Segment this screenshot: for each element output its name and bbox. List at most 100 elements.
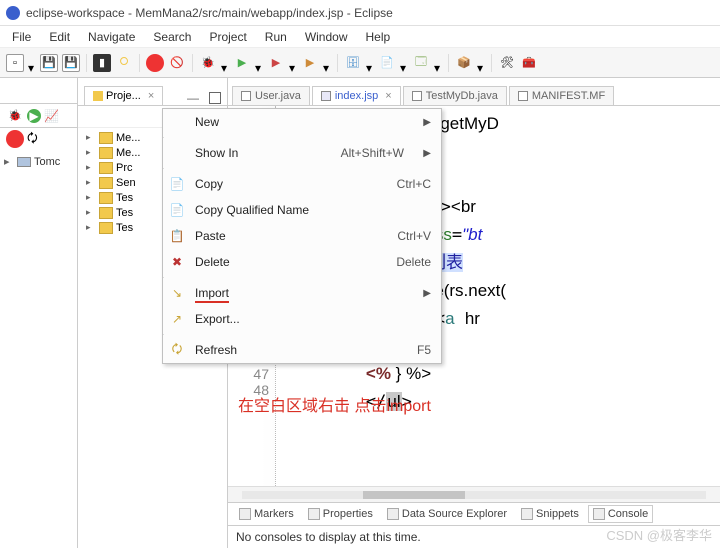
new-icon[interactable]: ▫ bbox=[6, 54, 24, 72]
save-icon[interactable]: 💾 bbox=[40, 54, 58, 72]
tab-dse[interactable]: Data Source Explorer bbox=[382, 505, 512, 523]
ctx-export[interactable]: ↗Export... bbox=[163, 306, 441, 332]
twist-icon[interactable]: ▸ bbox=[86, 207, 96, 218]
server-icon bbox=[17, 157, 31, 167]
ctx-sep bbox=[163, 137, 164, 138]
code-text: <br bbox=[451, 197, 476, 216]
dropdown-icon[interactable]: ▾ bbox=[366, 61, 374, 65]
menu-search[interactable]: Search bbox=[145, 28, 199, 46]
twist-icon[interactable]: ▸ bbox=[86, 177, 96, 188]
tab-console[interactable]: Console bbox=[588, 505, 653, 523]
dropdown-icon[interactable]: ▾ bbox=[323, 61, 331, 65]
twist-icon[interactable]: ▸ bbox=[86, 162, 96, 173]
import-icon: ↘ bbox=[167, 286, 187, 300]
debug-icon[interactable]: 🐞 bbox=[6, 107, 24, 125]
ctx-copy-qualified[interactable]: 📄Copy Qualified Name bbox=[163, 197, 441, 223]
twist-icon[interactable]: ▸ bbox=[86, 192, 96, 203]
menu-window[interactable]: Window bbox=[297, 28, 356, 46]
tab-label: User.java bbox=[255, 90, 301, 102]
terminal-icon[interactable]: ▮ bbox=[93, 54, 111, 72]
twist-icon[interactable]: ▸ bbox=[86, 222, 96, 233]
new-servlet-icon[interactable]: 🗔 bbox=[412, 54, 430, 72]
console-msg: No consoles to display at this time. bbox=[236, 530, 421, 544]
code-tag: a bbox=[445, 309, 454, 328]
close-icon[interactable]: × bbox=[148, 90, 154, 102]
profile-icon[interactable]: 📈 bbox=[44, 109, 59, 123]
minimize-icon[interactable]: — bbox=[187, 91, 199, 105]
save-all-icon[interactable]: 💾 bbox=[62, 54, 80, 72]
menu-project[interactable]: Project bbox=[201, 28, 254, 46]
ctx-sep bbox=[163, 168, 164, 169]
close-icon[interactable]: × bbox=[385, 90, 391, 102]
titlebar: eclipse-workspace - MemMana2/src/main/we… bbox=[0, 0, 720, 26]
scroll-track[interactable] bbox=[242, 491, 706, 499]
line-no: 47 bbox=[228, 366, 269, 382]
stop-icon[interactable] bbox=[6, 130, 24, 148]
dropdown-icon[interactable]: ▾ bbox=[28, 61, 36, 65]
dropdown-icon[interactable]: ▾ bbox=[400, 61, 408, 65]
ctx-paste[interactable]: 📋PasteCtrl+V bbox=[163, 223, 441, 249]
twist-icon[interactable]: ▸ bbox=[86, 147, 96, 158]
stop-icon[interactable] bbox=[146, 54, 164, 72]
scroll-thumb[interactable] bbox=[363, 491, 465, 499]
pe-node-label: Prc bbox=[116, 162, 133, 174]
run-icon[interactable]: ▶ bbox=[233, 54, 251, 72]
dropdown-icon[interactable]: ▾ bbox=[477, 61, 485, 65]
server-icon[interactable]: 🗄 bbox=[344, 54, 362, 72]
skip-icon[interactable]: ⭘ bbox=[115, 54, 133, 72]
twist-icon[interactable]: ▸ bbox=[4, 155, 14, 168]
dropdown-icon[interactable]: ▾ bbox=[255, 61, 263, 65]
dropdown-icon[interactable]: ▾ bbox=[434, 61, 442, 65]
tab-properties[interactable]: Properties bbox=[303, 505, 378, 523]
build-icon[interactable]: 🛠 bbox=[498, 54, 516, 72]
debug-icon[interactable]: 🐞 bbox=[199, 54, 217, 72]
twist-icon[interactable]: ▸ bbox=[86, 132, 96, 143]
maximize-icon[interactable] bbox=[209, 92, 221, 104]
menu-navigate[interactable]: Navigate bbox=[80, 28, 143, 46]
editor-tab-user[interactable]: User.java bbox=[232, 86, 310, 105]
editor-tab-testdb[interactable]: TestMyDb.java bbox=[403, 86, 507, 105]
separator bbox=[139, 54, 140, 72]
ctx-delete[interactable]: ✖DeleteDelete bbox=[163, 249, 441, 275]
ext-tools-icon[interactable]: ▶ bbox=[301, 54, 319, 72]
tab-markers[interactable]: Markers bbox=[234, 505, 299, 523]
ctx-refresh[interactable]: 🗘RefreshF5 bbox=[163, 337, 441, 363]
dropdown-icon[interactable]: ▾ bbox=[221, 61, 229, 65]
ctx-label: Refresh bbox=[195, 343, 409, 357]
side-tab[interactable] bbox=[0, 78, 77, 104]
dropdown-icon[interactable]: ▾ bbox=[289, 61, 297, 65]
bt-label: Properties bbox=[323, 508, 373, 520]
ctx-new[interactable]: New▶ bbox=[163, 109, 441, 135]
menu-help[interactable]: Help bbox=[358, 28, 399, 46]
menu-file[interactable]: File bbox=[4, 28, 39, 46]
no-icon[interactable]: 🚫 bbox=[168, 54, 186, 72]
run-icon[interactable]: ▶ bbox=[27, 109, 41, 123]
folder-icon bbox=[99, 177, 113, 189]
horizontal-scrollbar[interactable] bbox=[228, 486, 720, 502]
ctx-import[interactable]: ↘Import▶ bbox=[163, 280, 441, 306]
tab-snippets[interactable]: Snippets bbox=[516, 505, 584, 523]
package-icon[interactable]: 📦 bbox=[455, 54, 473, 72]
ctx-copy[interactable]: 📄CopyCtrl+C bbox=[163, 171, 441, 197]
tab-label: MANIFEST.MF bbox=[532, 90, 605, 102]
paste-icon: 📋 bbox=[167, 229, 187, 243]
tools-icon[interactable]: 🧰 bbox=[520, 54, 538, 72]
editor-tab-manifest[interactable]: MANIFEST.MF bbox=[509, 86, 614, 105]
bt-label: Console bbox=[608, 508, 648, 520]
menu-run[interactable]: Run bbox=[257, 28, 295, 46]
servers-tree: ▸ Tomc bbox=[0, 150, 77, 173]
code-text: (rs.next( bbox=[444, 281, 506, 300]
dse-icon bbox=[387, 508, 399, 520]
pe-node-label: Tes bbox=[116, 207, 133, 219]
refresh-icon: 🗘 bbox=[167, 340, 187, 361]
publish-icon[interactable]: 🗘 bbox=[27, 129, 38, 150]
menu-edit[interactable]: Edit bbox=[41, 28, 78, 46]
coverage-icon[interactable]: ▶ bbox=[267, 54, 285, 72]
ctx-show-in[interactable]: Show InAlt+Shift+W ▶ bbox=[163, 140, 441, 166]
context-menu: New▶ Show InAlt+Shift+W ▶ 📄CopyCtrl+C 📄C… bbox=[162, 108, 442, 364]
server-node[interactable]: ▸ Tomc bbox=[4, 154, 73, 169]
pe-tab[interactable]: Proje... × bbox=[84, 86, 163, 105]
new-jsp-icon[interactable]: 📄 bbox=[378, 54, 396, 72]
server-label: Tomc bbox=[34, 156, 60, 168]
editor-tab-index[interactable]: index.jsp× bbox=[312, 86, 401, 105]
